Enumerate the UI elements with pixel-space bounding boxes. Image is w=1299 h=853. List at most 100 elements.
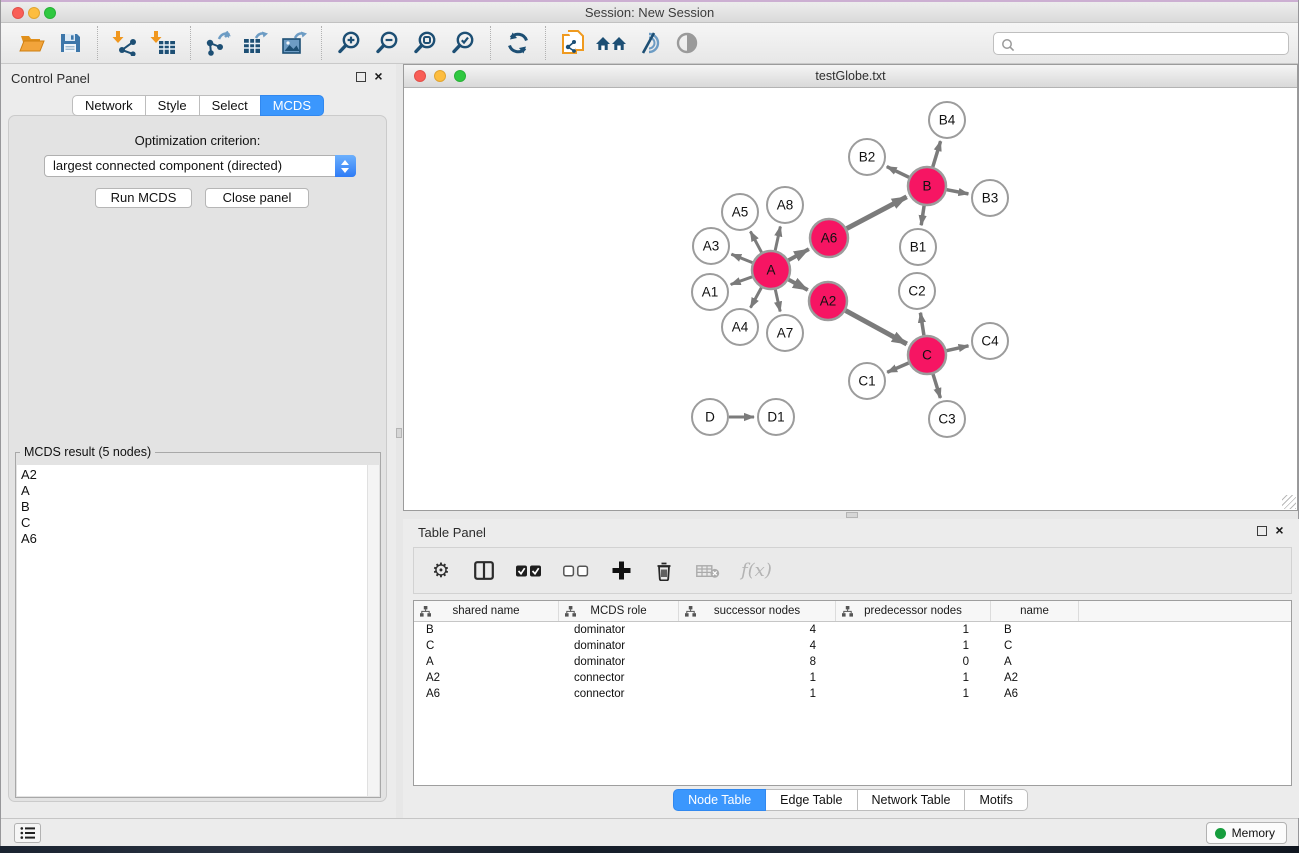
cell[interactable]: connector xyxy=(559,686,679,702)
task-history-button[interactable] xyxy=(14,823,41,843)
cell[interactable]: 1 xyxy=(836,686,991,702)
zoom-selected-icon[interactable] xyxy=(444,25,482,61)
export-network-icon[interactable] xyxy=(199,25,237,61)
column-settings-gear-icon[interactable]: ⚙ xyxy=(430,561,452,581)
cell[interactable]: dominator xyxy=(559,654,679,670)
node-D1[interactable]: D1 xyxy=(758,399,794,435)
edge-A2-C[interactable] xyxy=(846,311,907,344)
select-all-rows-icon[interactable] xyxy=(516,565,542,577)
splitter-handle[interactable] xyxy=(396,428,402,438)
main-titlebar[interactable]: Session: New Session xyxy=(1,2,1298,23)
node-A1[interactable]: A1 xyxy=(692,274,728,310)
node-A5[interactable]: A5 xyxy=(722,194,758,230)
open-session-icon[interactable] xyxy=(13,25,51,61)
float-panel-icon[interactable] xyxy=(1257,526,1267,536)
show-columns-icon[interactable] xyxy=(473,561,495,580)
edge-A-A5[interactable] xyxy=(750,231,761,252)
cell[interactable]: 0 xyxy=(836,654,991,670)
node-B3[interactable]: B3 xyxy=(972,180,1008,216)
delete-column-icon[interactable] xyxy=(653,561,675,581)
edge-B-B2[interactable] xyxy=(887,167,909,178)
cell[interactable]: 4 xyxy=(679,638,836,654)
mcds-result-list[interactable]: A2ABCA6 xyxy=(17,465,379,796)
cell[interactable]: B xyxy=(414,622,559,638)
table-row-A6[interactable]: A6connector11A6 xyxy=(414,686,1291,702)
cell[interactable]: 8 xyxy=(679,654,836,670)
hide-graphics-details-icon[interactable] xyxy=(630,25,668,61)
node-B4[interactable]: B4 xyxy=(929,102,965,138)
cell[interactable]: A6 xyxy=(991,686,1079,702)
table-row-B[interactable]: Bdominator41B xyxy=(414,622,1291,638)
cell[interactable]: 1 xyxy=(836,670,991,686)
node-A[interactable]: A xyxy=(752,251,790,289)
network-canvas[interactable]: B4B2BB3B1A5A8A6A3AA1A2C2A4A7C4CC1C3DD1 xyxy=(404,88,1297,510)
cell[interactable]: dominator xyxy=(559,638,679,654)
resize-grip-icon[interactable] xyxy=(1282,495,1296,509)
network-window-titlebar[interactable]: testGlobe.txt xyxy=(404,65,1297,88)
import-network-icon[interactable] xyxy=(106,25,144,61)
cell[interactable]: C xyxy=(991,638,1079,654)
cell[interactable]: A xyxy=(414,654,559,670)
edge-B-B3[interactable] xyxy=(947,190,969,194)
optimization-criterion-dropdown[interactable]: largest connected component (directed) xyxy=(44,155,356,177)
cell[interactable]: 1 xyxy=(679,670,836,686)
edge-C-C4[interactable] xyxy=(947,346,969,351)
cell[interactable]: 1 xyxy=(679,686,836,702)
cell[interactable]: dominator xyxy=(559,622,679,638)
table-row-A2[interactable]: A2connector11A2 xyxy=(414,670,1291,686)
table-tab-node-table[interactable]: Node Table xyxy=(673,789,766,811)
table-row-A[interactable]: Adominator80A xyxy=(414,654,1291,670)
edge-B-B4[interactable] xyxy=(933,141,941,167)
cell[interactable]: connector xyxy=(559,670,679,686)
tab-mcds[interactable]: MCDS xyxy=(260,95,324,116)
node-A2[interactable]: A2 xyxy=(809,282,847,320)
close-panel-icon[interactable]: × xyxy=(372,71,385,84)
home-layout-icon[interactable] xyxy=(592,25,630,61)
deselect-all-rows-icon[interactable] xyxy=(563,565,589,577)
edge-A-A8[interactable] xyxy=(775,227,780,251)
edge-A-A2[interactable] xyxy=(789,280,808,290)
result-item-B[interactable]: B xyxy=(17,499,379,515)
cell[interactable]: 4 xyxy=(679,622,836,638)
zoom-fit-icon[interactable] xyxy=(406,25,444,61)
edge-C-C2[interactable] xyxy=(920,313,924,336)
node-A7[interactable]: A7 xyxy=(767,315,803,351)
tab-style[interactable]: Style xyxy=(145,95,200,116)
column-header-successor-nodes[interactable]: successor nodes xyxy=(679,601,836,621)
result-scrollbar[interactable] xyxy=(367,465,379,796)
memory-button[interactable]: Memory xyxy=(1206,822,1287,844)
edge-A6-B[interactable] xyxy=(847,197,907,229)
search-field[interactable] xyxy=(993,32,1289,55)
cell[interactable]: A xyxy=(991,654,1079,670)
node-A3[interactable]: A3 xyxy=(693,228,729,264)
node-A4[interactable]: A4 xyxy=(722,309,758,345)
splitter-handle[interactable] xyxy=(846,512,858,518)
search-input[interactable] xyxy=(1018,34,1284,53)
edge-C-C3[interactable] xyxy=(933,374,940,398)
export-table-icon[interactable] xyxy=(237,25,275,61)
add-column-icon[interactable] xyxy=(610,561,632,580)
tab-select[interactable]: Select xyxy=(199,95,261,116)
node-A6[interactable]: A6 xyxy=(810,219,848,257)
node-C[interactable]: C xyxy=(908,336,946,374)
tab-network[interactable]: Network xyxy=(72,95,146,116)
edge-A-A7[interactable] xyxy=(775,290,780,312)
result-item-A6[interactable]: A6 xyxy=(17,531,379,547)
close-panel-button[interactable]: Close panel xyxy=(205,188,309,208)
node-B1[interactable]: B1 xyxy=(900,229,936,265)
column-header-MCDS-role[interactable]: MCDS role xyxy=(559,601,679,621)
run-mcds-button[interactable]: Run MCDS xyxy=(95,188,192,208)
column-header-name[interactable]: name xyxy=(991,601,1079,621)
edge-A-A3[interactable] xyxy=(731,254,752,262)
zoom-in-icon[interactable] xyxy=(330,25,368,61)
horizontal-splitter[interactable] xyxy=(403,511,1298,519)
cell[interactable]: B xyxy=(991,622,1079,638)
column-header-predecessor-nodes[interactable]: predecessor nodes xyxy=(836,601,991,621)
node-D[interactable]: D xyxy=(692,399,728,435)
save-session-icon[interactable] xyxy=(51,25,89,61)
cell[interactable]: A6 xyxy=(414,686,559,702)
node-B2[interactable]: B2 xyxy=(849,139,885,175)
edge-A-A1[interactable] xyxy=(731,277,753,285)
cell[interactable]: 1 xyxy=(836,638,991,654)
refresh-view-icon[interactable] xyxy=(499,25,537,61)
